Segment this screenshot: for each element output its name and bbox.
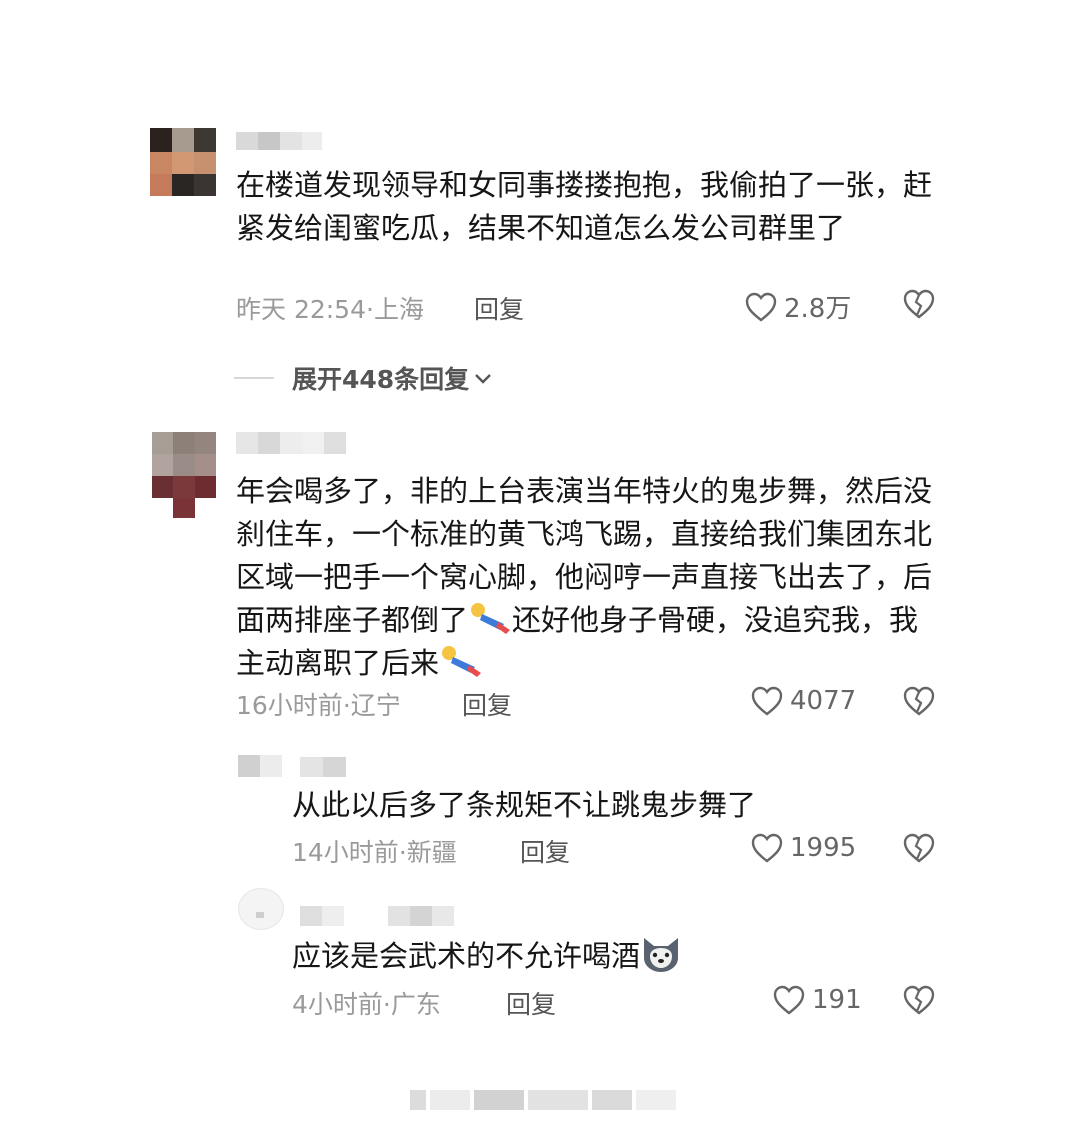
- expand-replies-label: 展开448条回复: [292, 365, 470, 394]
- like-button[interactable]: 4077: [750, 685, 856, 717]
- comment-location: 辽宁: [350, 691, 401, 720]
- username[interactable]: [236, 432, 346, 454]
- chevron-down-icon: [475, 374, 492, 384]
- reply-text: 从此以后多了条规矩不让跳鬼步舞了: [292, 788, 757, 822]
- username[interactable]: [300, 757, 346, 777]
- divider: [234, 377, 274, 379]
- dislike-button[interactable]: [902, 685, 936, 717]
- reply-meta: 14小时前·新疆: [292, 838, 457, 867]
- heart-outline-icon: [751, 833, 783, 863]
- reply-button[interactable]: 回复: [506, 985, 556, 1021]
- comment-text: 在楼道发现领导和女同事搂搂抱抱，我偷拍了一张，赶紧发给闺蜜吃瓜，结果不知道怎么发…: [236, 168, 933, 245]
- like-count: 1995: [790, 833, 857, 863]
- reply-time: 14小时前: [292, 838, 399, 867]
- reply-button[interactable]: 回复: [520, 833, 570, 869]
- reply-button[interactable]: 回复: [462, 686, 512, 722]
- comment-location: 上海: [373, 295, 424, 324]
- comment-time: 16小时前: [236, 691, 343, 720]
- comment-text: 年会喝多了，非的上台表演当年特火的鬼步舞，然后没刹住车，一个标准的黄飞鸿飞踢，直…: [236, 470, 936, 685]
- avatar[interactable]: [152, 432, 216, 518]
- broken-heart-icon: [903, 833, 935, 863]
- comment-meta: 16小时前·辽宁: [236, 691, 401, 720]
- dislike-button[interactable]: [902, 288, 936, 320]
- husky-dog-emoji: [644, 938, 679, 972]
- reply-location: 新疆: [406, 838, 457, 867]
- avatar[interactable]: [238, 888, 284, 930]
- reply-meta: 4小时前·广东: [292, 990, 441, 1019]
- like-button[interactable]: 191: [772, 984, 862, 1016]
- flying-person-emoji: [442, 646, 482, 677]
- expand-replies[interactable]: 展开448条回复: [234, 360, 495, 396]
- broken-heart-icon: [903, 985, 935, 1015]
- reply-location: 广东: [390, 990, 441, 1019]
- dislike-button[interactable]: [902, 832, 936, 864]
- reply-text-content: 应该是会武术的不允许喝酒: [292, 939, 641, 973]
- heart-outline-icon: [773, 985, 805, 1015]
- like-count: 4077: [790, 686, 857, 716]
- username[interactable]: [236, 132, 322, 150]
- heart-outline-icon: [745, 292, 777, 322]
- watermark: [410, 1088, 676, 1112]
- like-button[interactable]: 1995: [750, 832, 856, 864]
- dislike-button[interactable]: [902, 984, 936, 1016]
- like-button[interactable]: 2.8万: [744, 288, 851, 325]
- comment-time: 昨天 22:54: [236, 295, 366, 324]
- like-count: 191: [812, 985, 862, 1015]
- reply-time: 4小时前: [292, 990, 383, 1019]
- heart-outline-icon: [751, 686, 783, 716]
- like-count: 2.8万: [784, 294, 852, 324]
- avatar[interactable]: [238, 755, 282, 777]
- reply-text: 应该是会武术的不允许喝酒: [292, 934, 932, 978]
- flying-person-emoji: [471, 603, 511, 634]
- broken-heart-icon: [903, 686, 935, 716]
- reply-button[interactable]: 回复: [474, 290, 524, 326]
- broken-heart-icon: [903, 289, 935, 319]
- avatar[interactable]: [150, 128, 216, 196]
- username[interactable]: [300, 906, 454, 926]
- comment-meta: 昨天 22:54·上海: [236, 295, 424, 324]
